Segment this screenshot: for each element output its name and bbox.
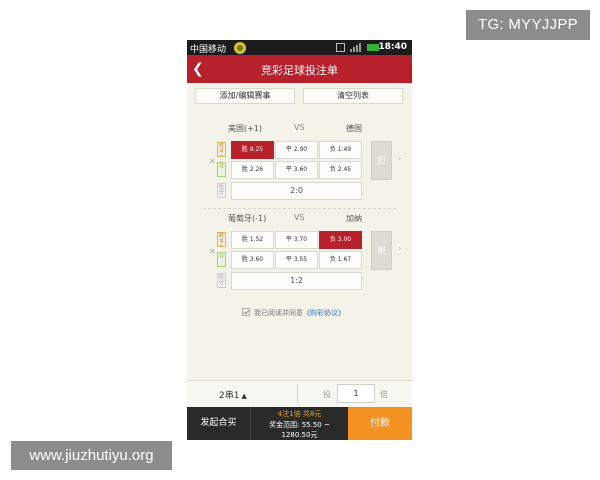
away-team: 加纳 — [346, 214, 362, 223]
handicap-icon: 让 — [217, 252, 226, 267]
chevron-right-icon[interactable]: › — [398, 244, 402, 254]
status-bar: 中国移动 18:40 — [187, 40, 412, 55]
score-cell[interactable]: 2:0 — [231, 182, 362, 200]
phone-screen: 中国移动 18:40 ❮ 竞彩足球投注单 添加/编辑赛事 清空列表 美国(+1)… — [187, 40, 412, 440]
multiplier-suffix: 倍 — [380, 390, 388, 399]
add-edit-matches-button[interactable]: 添加/编辑赛事 — [195, 88, 295, 104]
clock: 18:40 — [378, 42, 407, 52]
group-buy-button[interactable]: 发起合买 — [187, 407, 250, 440]
caret-up-icon: ▲ — [241, 392, 247, 400]
banker-toggle[interactable]: 胆 — [371, 141, 392, 180]
odds-cell-lose[interactable]: 负 1.67 — [319, 251, 362, 269]
score-icon: 比分 — [217, 183, 226, 198]
spf-icon: 胜平负 — [217, 232, 226, 247]
summary-prize-range: 奖金范围: 55.50 ~ — [269, 421, 330, 429]
page: TG: MYYJJPP www.jiuzhutiyu.org 中国移动 18:4… — [0, 0, 600, 480]
clear-list-button[interactable]: 清空列表 — [303, 88, 403, 104]
odds-cell-lose[interactable]: 负 1.49 — [319, 141, 362, 159]
odds-cell-win[interactable]: 胜 2.26 — [231, 161, 274, 179]
carrier-label: 中国移动 — [190, 45, 227, 55]
remove-match-icon[interactable]: ✕ — [209, 157, 216, 166]
odds-cell-draw[interactable]: 平 3.55 — [275, 251, 318, 269]
usb-icon — [336, 43, 345, 52]
bet-summary: 4注1倍 共8元 奖金范围: 55.50 ~ 1280.50元 — [250, 407, 348, 440]
odds-cell-lose[interactable]: 负 2.45 — [319, 161, 362, 179]
odds-cell-draw[interactable]: 平 3.60 — [275, 161, 318, 179]
watermark-tg: TG: MYYJJPP — [466, 10, 590, 40]
chevron-right-icon[interactable]: › — [398, 154, 402, 164]
odds-cell-win[interactable]: 胜 9.25 — [231, 141, 274, 159]
pass-type-selector[interactable]: 2串1 ▲ — [219, 388, 247, 401]
agreement-link[interactable]: 《购彩协议》 — [303, 309, 345, 317]
match-card: 美国(+1) VS 德国 胜平负 胜 9.25 平 2.90 负 1.49 ✕ … — [197, 123, 402, 213]
multiplier-input[interactable]: 1 — [337, 384, 375, 403]
spf-icon: 胜平负 — [217, 142, 226, 157]
vs-label: VS — [294, 123, 305, 132]
watermark-site: www.jiuzhutiyu.org — [11, 441, 172, 470]
toolbar: 添加/编辑赛事 清空列表 — [195, 88, 403, 104]
score-cell[interactable]: 1:2 — [231, 272, 362, 290]
agreement-line: 我已阅读并同意《购彩协议》 — [242, 308, 345, 318]
odds-cell-draw[interactable]: 平 2.90 — [275, 141, 318, 159]
summary-count: 4注1倍 共8元 — [277, 410, 322, 418]
odds-cell-draw[interactable]: 平 3.70 — [275, 231, 318, 249]
multiplier-prefix: 投 — [323, 390, 331, 399]
vs-label: VS — [294, 213, 305, 222]
home-team: 美国(+1) — [228, 124, 263, 133]
odds-cell-lose[interactable]: 负 3.00 — [319, 231, 362, 249]
away-team: 德国 — [346, 124, 362, 133]
handicap-icon: 让 — [217, 162, 226, 177]
pay-button[interactable]: 付款 — [348, 407, 412, 440]
footer-bar: 发起合买 4注1倍 共8元 奖金范围: 55.50 ~ 1280.50元 付款 — [187, 407, 412, 440]
agreement-text: 我已阅读并同意 — [254, 309, 303, 317]
odds-cell-win[interactable]: 胜 3.60 — [231, 251, 274, 269]
battery-icon — [367, 44, 379, 51]
app-notification-icon — [234, 42, 246, 54]
agree-checkbox-icon[interactable] — [242, 308, 250, 316]
title-bar: ❮ 竞彩足球投注单 — [187, 55, 412, 83]
divider — [297, 384, 298, 405]
page-title: 竞彩足球投注单 — [261, 64, 338, 77]
score-icon: 比分 — [217, 273, 226, 288]
match-card: 葡萄牙(-1) VS 加纳 胜平负 胜 1.52 平 3.70 负 3.00 ✕… — [197, 213, 402, 297]
summary-prize-max: 1280.50元 — [281, 431, 318, 439]
bet-options-bar: 2串1 ▲ 投 1 倍 — [187, 380, 412, 407]
match-divider — [203, 208, 396, 209]
home-team: 葡萄牙(-1) — [228, 214, 267, 223]
odds-cell-win[interactable]: 胜 1.52 — [231, 231, 274, 249]
pass-type-label: 2串1 — [219, 391, 240, 401]
signal-icon — [350, 43, 364, 52]
banker-toggle[interactable]: 胆 — [371, 231, 392, 270]
remove-match-icon[interactable]: ✕ — [209, 247, 216, 256]
